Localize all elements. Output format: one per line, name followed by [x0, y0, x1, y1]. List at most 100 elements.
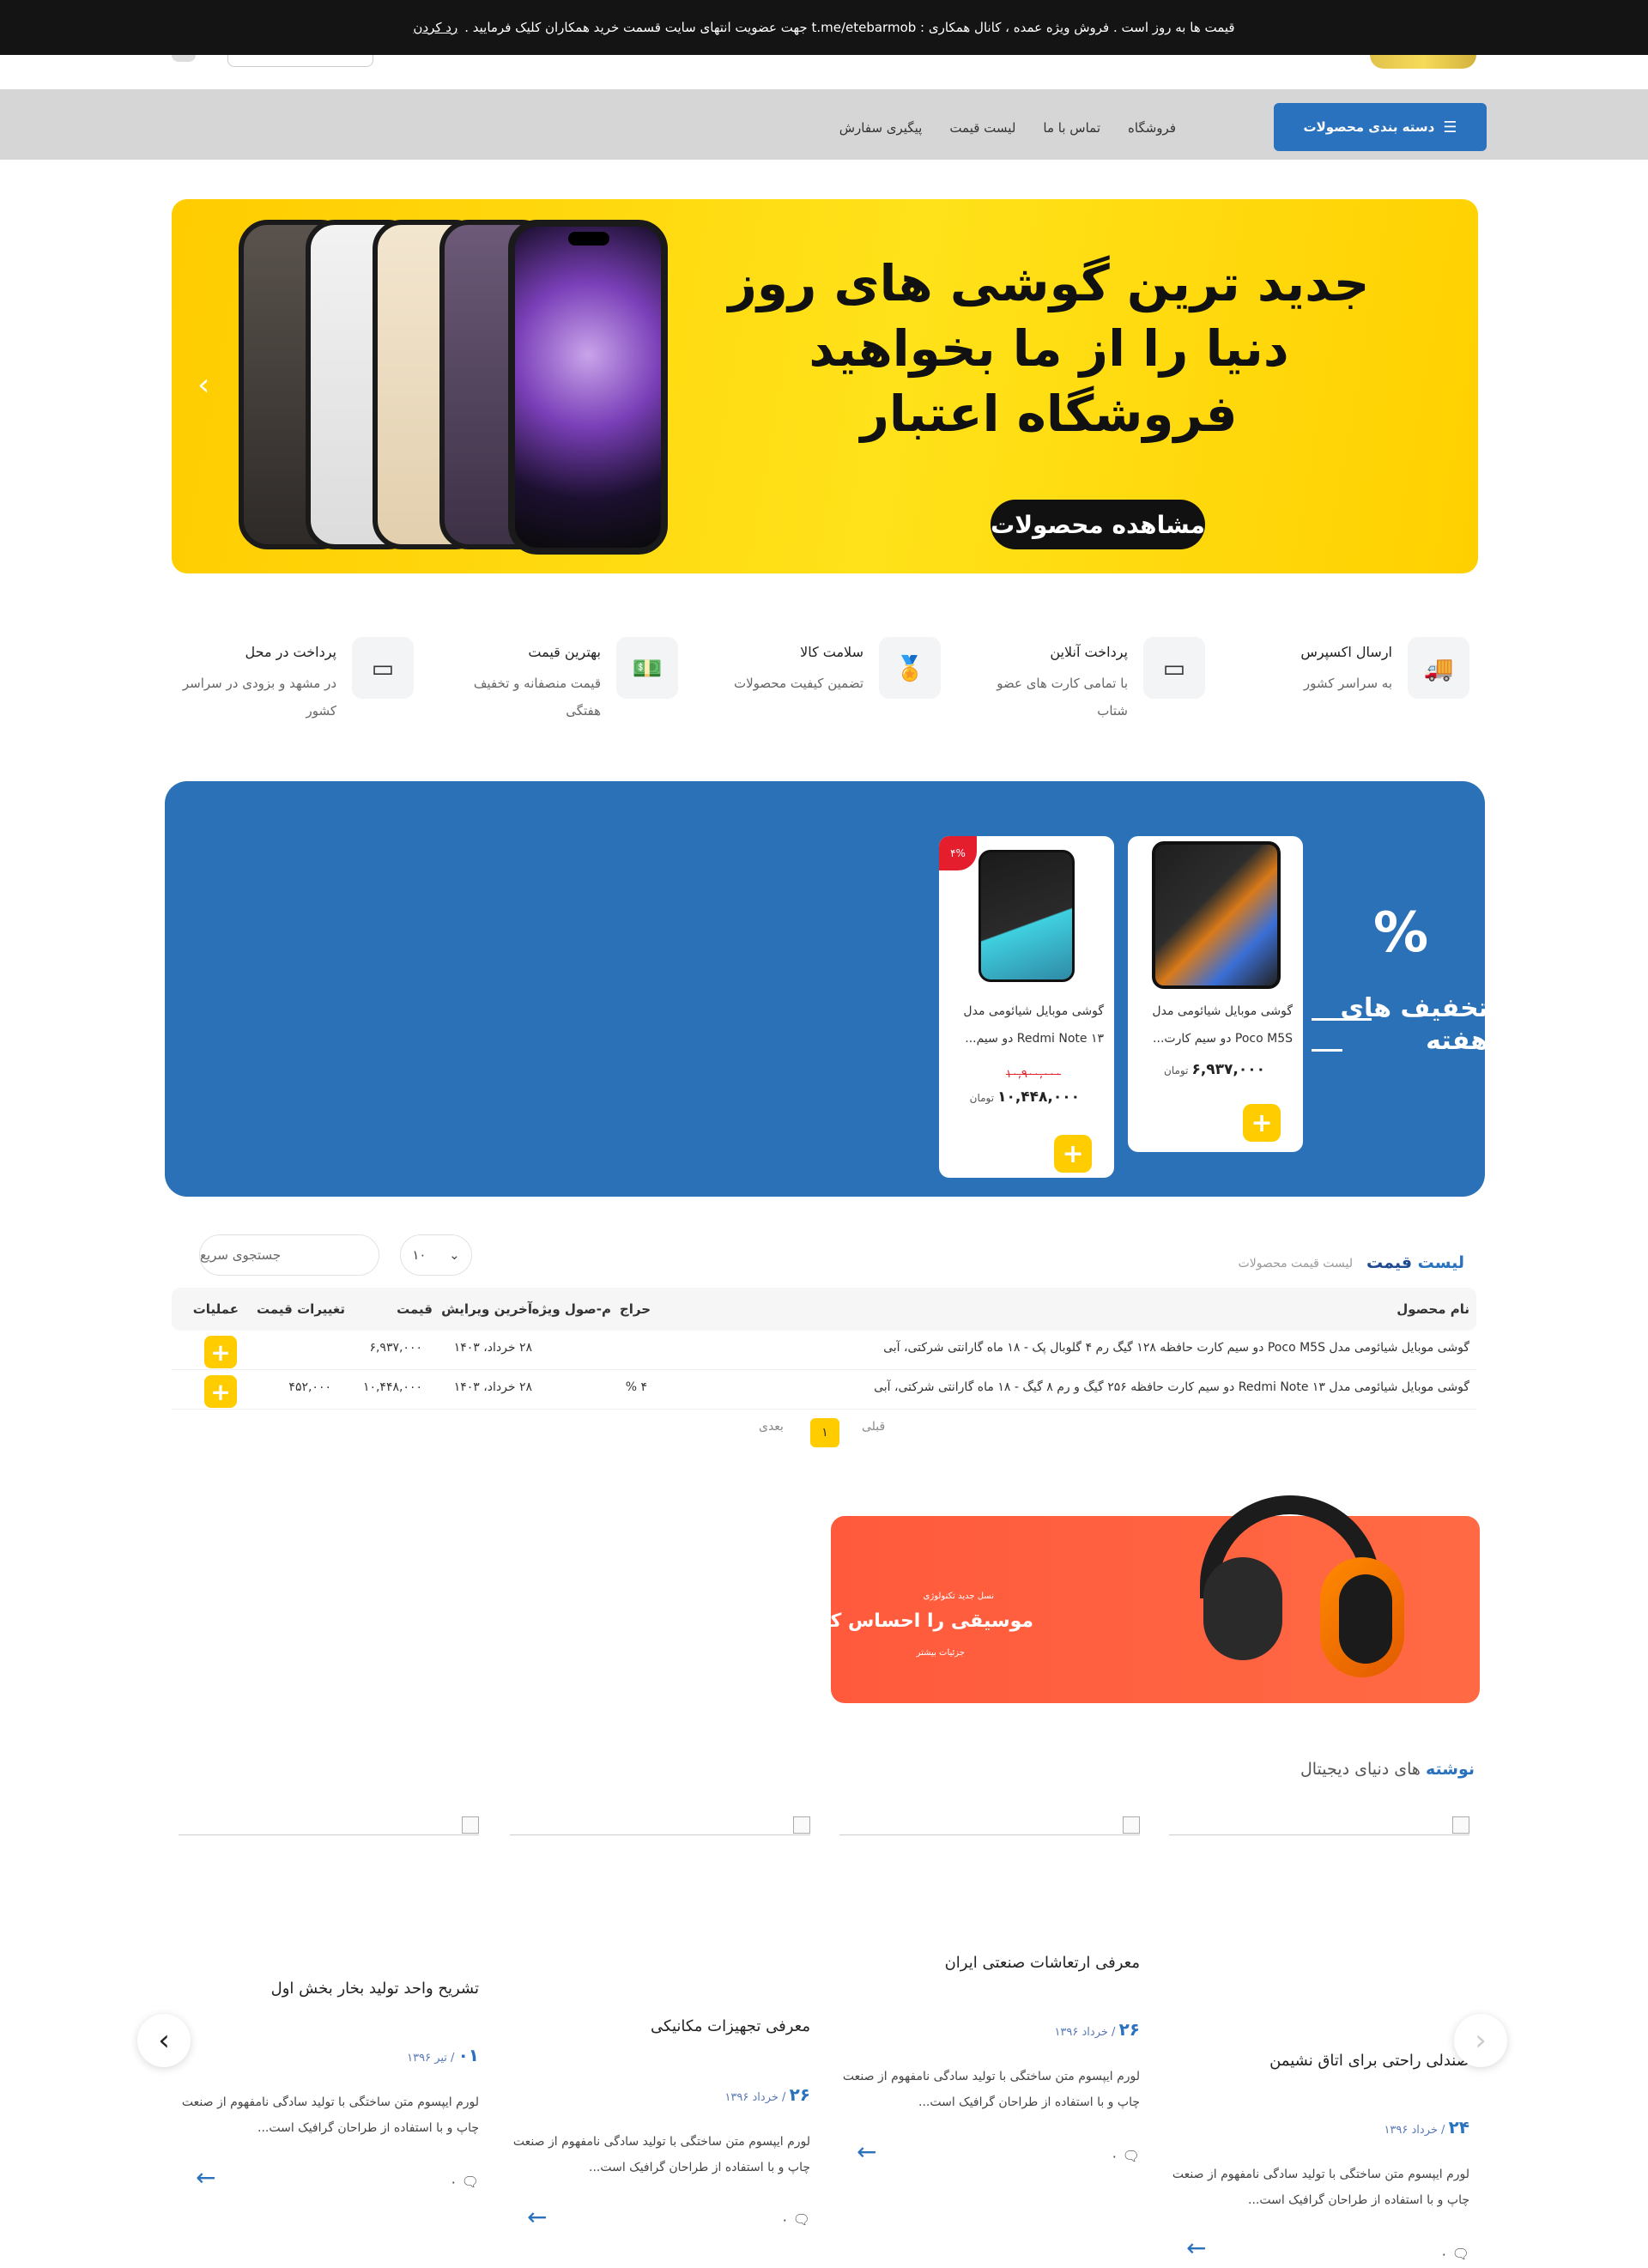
product-card[interactable]: گوشی موبایل شیائومی مدل Poco M5S دو سیم …: [1128, 836, 1303, 1152]
comment-icon: 🗨: [792, 2211, 810, 2228]
add-to-cart-button[interactable]: +: [204, 1375, 237, 1408]
arrow-left-icon[interactable]: ←: [196, 2163, 215, 2192]
add-to-cart-button[interactable]: +: [1054, 1135, 1092, 1173]
feature-desc: در مشهد و بزودی در سراسر کشور: [182, 676, 336, 719]
dynamic-island: [568, 232, 609, 246]
product-name[interactable]: گوشی موبایل شیائومی مدل Poco M5S دو سیم …: [1135, 998, 1293, 1052]
discount-title: تخفیف های هفته: [1340, 993, 1488, 1056]
product-name[interactable]: گوشی موبایل شیائومی مدل Redmi Note ۱۳ دو…: [946, 998, 1104, 1052]
cell-name[interactable]: گوشی موبایل شیائومی مدل Redmi Note ۱۳ دو…: [874, 1380, 1469, 1394]
col-sale[interactable]: حراج: [620, 1301, 651, 1317]
broken-image-icon: [1123, 1816, 1140, 1834]
feature-express-shipping: 🚚 ارسال اکسپرس به سراسر کشور: [1212, 637, 1469, 731]
feature-best-price: 💵 بهترین قیمت قیمت منصفانه و تخفیف هفتگی: [421, 637, 678, 731]
cell-sale: ۴ %: [625, 1380, 647, 1394]
category-menu-button[interactable]: ☰ دسته بندی محصولات: [1274, 103, 1487, 151]
post-date: ۲۴ / خرداد ۱۳۹۶: [1384, 2117, 1469, 2138]
feature-desc: به سراسر کشور: [1303, 676, 1392, 691]
announcement-bar: قیمت ها به روز است . فروش ویژه عمده ، کا…: [0, 0, 1648, 55]
divider: [1312, 1049, 1342, 1052]
table-row: گوشی موبایل شیائومی مدل Redmi Note ۱۳ دو…: [172, 1370, 1476, 1410]
post-image[interactable]: [510, 1816, 810, 1835]
hero-slider[interactable]: ‹ جدید ترین گوشی های روز دنیا را از ما ب…: [172, 199, 1478, 573]
view-products-button[interactable]: مشاهده محصولات: [991, 500, 1205, 549]
discount-badge: ۴%: [939, 836, 977, 870]
phone-image-main: [508, 220, 668, 555]
post-title[interactable]: صندلی راحتی برای اتاق نشیمن: [1269, 2052, 1469, 2070]
col-price[interactable]: قیمت: [397, 1301, 433, 1317]
col-price-change[interactable]: تغییرات قیمت: [257, 1301, 345, 1317]
card-icon: ▭: [352, 637, 414, 699]
slider-prev-button[interactable]: ‹: [137, 2014, 191, 2067]
nav-item-order-tracking[interactable]: پیگیری سفارش: [839, 120, 923, 141]
nav-menu: فروشگاه تماس با ما لیست قیمت پیگیری سفار…: [812, 120, 1176, 141]
music-banner[interactable]: نسل جدید تکنولوژی موسیقی را احساس کنید ج…: [804, 1495, 1480, 1703]
cell-date: ۲۸ خرداد، ۱۴۰۳: [453, 1380, 532, 1394]
logo[interactable]: [1370, 55, 1476, 69]
col-special[interactable]: م-صول ویژه: [532, 1301, 612, 1317]
more-details-link[interactable]: جزئیات بیشتر: [917, 1648, 965, 1658]
hero-title: جدید ترین گوشی های روز دنیا را از ما بخو…: [697, 251, 1401, 446]
post-title[interactable]: معرفی تجهیزات مکانیکی: [651, 2017, 810, 2035]
announcement-text: قیمت ها به روز است . فروش ویژه عمده ، کا…: [464, 20, 1235, 35]
post-title[interactable]: تشریح واحد تولید بخار بخش اول: [271, 1980, 479, 1998]
page-size-value: ۱۰: [412, 1247, 427, 1263]
pager-next[interactable]: بعدی: [759, 1420, 784, 1447]
col-actions: عملیات: [192, 1301, 239, 1317]
truck-icon: 🚚: [1408, 637, 1469, 699]
quick-search-input[interactable]: جستجوی سریع: [199, 1234, 379, 1276]
comment-icon: 🗨: [461, 2174, 479, 2190]
music-title: موسیقی را احساس کنید: [803, 1610, 1033, 1632]
comment-count: 🗨 ۰: [781, 2211, 810, 2228]
arrow-left-icon[interactable]: ←: [857, 2138, 876, 2166]
pager-current[interactable]: ۱: [810, 1418, 839, 1447]
col-product-name[interactable]: نام محصول: [1397, 1301, 1469, 1317]
post-image[interactable]: [179, 1816, 479, 1835]
table-header: نام محصول حراج م-صول ویژه آخرین ویرایش ق…: [172, 1288, 1476, 1331]
feature-desc: با تمامی کارت های عضو شتاب: [997, 676, 1128, 719]
broken-image-icon: [462, 1816, 479, 1834]
slider-next-button[interactable]: ›: [1454, 2014, 1507, 2067]
dismiss-link[interactable]: رد کردن: [413, 20, 457, 35]
feature-title: پرداخت در محل: [245, 644, 337, 660]
blog-section-title: نوشته های دنیای دیجیتال: [1300, 1760, 1475, 1779]
hero-title-line-2: دنیا را از ما بخواهید: [809, 319, 1289, 378]
post-image[interactable]: [839, 1816, 1140, 1835]
divider: [1312, 1018, 1372, 1021]
post-date: ۲۶ / خرداد ۱۳۹۶: [1054, 2019, 1140, 2040]
post-title[interactable]: معرفی ارتعاشات صنعتی ایران: [945, 1954, 1140, 1972]
nav-item-shop[interactable]: فروشگاه: [1128, 120, 1176, 141]
chevron-left-icon[interactable]: ‹: [197, 367, 209, 403]
feature-desc: قیمت منصفانه و تخفیف هفتگی: [473, 676, 601, 719]
feature-desc: تضمین کیفیت محصولات: [734, 676, 863, 691]
post-image[interactable]: [1169, 1816, 1469, 1835]
comment-count: 🗨 ۰: [1440, 2246, 1469, 2262]
old-price: ۱۰,۹۰۰,۰۰۰: [1005, 1068, 1061, 1081]
nav-item-contact[interactable]: تماس با ما: [1043, 120, 1100, 141]
product-price: ۶,۹۳۷,۰۰۰تومان: [1164, 1061, 1265, 1078]
product-image[interactable]: [1152, 841, 1281, 989]
arrow-left-icon[interactable]: ←: [1186, 2234, 1206, 2262]
header-strip: [0, 55, 1648, 89]
category-button-label: دسته بندی محصولات: [1303, 119, 1435, 135]
product-card[interactable]: ۴% گوشی موبایل شیائومی مدل Redmi Note ۱۳…: [939, 836, 1114, 1178]
cell-price: ۱۰,۴۴۸,۰۰۰: [362, 1380, 422, 1394]
post-date: ۰۱ / تیر ۱۳۹۶: [407, 2045, 479, 2065]
chevron-right-icon: ›: [1475, 2023, 1487, 2058]
product-image[interactable]: [978, 850, 1075, 982]
arrow-left-icon[interactable]: ←: [527, 2203, 547, 2231]
comment-count: 🗨 ۰: [1111, 2148, 1140, 2164]
headphones-image: [1191, 1478, 1415, 1693]
cell-date: ۲۸ خرداد، ۱۴۰۳: [453, 1341, 532, 1355]
add-to-cart-button[interactable]: +: [1243, 1104, 1281, 1142]
money-icon: 💵: [616, 637, 678, 699]
medal-icon: 🏅: [879, 637, 941, 699]
pager-prev[interactable]: قبلی: [862, 1420, 885, 1447]
col-last-edit[interactable]: آخرین ویرایش: [441, 1301, 532, 1317]
cell-name[interactable]: گوشی موبایل شیائومی مدل Poco M5S دو سیم …: [883, 1341, 1469, 1355]
page-size-select[interactable]: ۱۰ ⌄: [400, 1234, 472, 1276]
header-search-remnant: [227, 55, 373, 67]
comment-icon: 🗨: [1451, 2246, 1469, 2262]
add-to-cart-button[interactable]: +: [204, 1336, 237, 1368]
nav-item-price-list[interactable]: لیست قیمت: [949, 120, 1015, 141]
